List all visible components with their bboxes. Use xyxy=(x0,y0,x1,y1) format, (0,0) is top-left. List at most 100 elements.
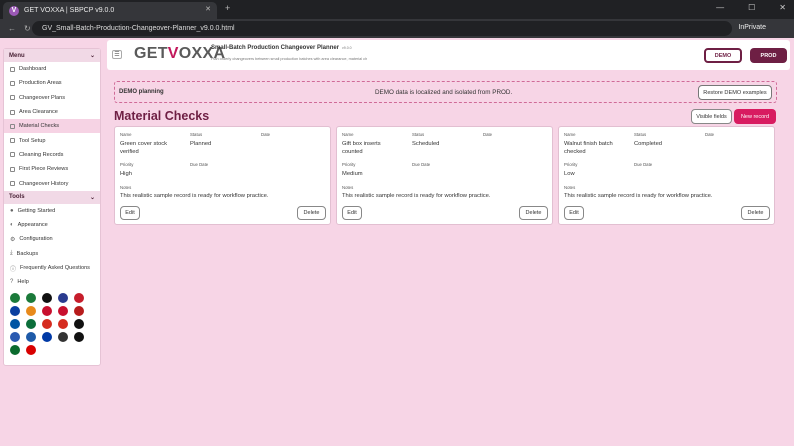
sidebar-item-cleaning-records[interactable]: Cleaning Records xyxy=(4,148,100,162)
record-name: Walnut finish batch checked xyxy=(564,141,613,155)
page-icon xyxy=(10,123,15,129)
language-flag-icon[interactable] xyxy=(58,332,68,343)
tab-close-icon[interactable]: ✕ xyxy=(205,5,211,13)
sidebar-item-configuration[interactable]: ⚙ Configuration xyxy=(4,232,100,246)
new-tab-icon[interactable]: + xyxy=(225,3,230,13)
edit-button[interactable]: Edit xyxy=(564,206,584,220)
language-flag-icon[interactable] xyxy=(58,306,68,317)
visible-fields-button[interactable]: Visible fields xyxy=(691,109,732,124)
language-flag-icon[interactable] xyxy=(42,319,52,330)
language-flag-icon[interactable] xyxy=(10,306,20,317)
close-window-icon[interactable]: ✕ xyxy=(779,3,786,12)
sidebar-item-label: Help xyxy=(17,279,29,286)
record-notes: This realistic sample record is ready fo… xyxy=(120,193,269,199)
sidebar-item-label: First Piece Reviews xyxy=(19,166,69,173)
tools-label: Tools xyxy=(9,194,25,201)
due-date-label: Due Date xyxy=(190,162,209,167)
language-flag-icon[interactable] xyxy=(10,293,20,304)
app-version: v9.0.0 xyxy=(342,46,352,50)
menu-section-header[interactable]: Menu ⌄ xyxy=(4,49,100,62)
record-notes: This realistic sample record is ready fo… xyxy=(564,193,713,199)
sidebar-item-production-areas[interactable]: Production Areas xyxy=(4,76,100,90)
language-flag-icon[interactable] xyxy=(58,293,68,304)
language-flag-icon[interactable] xyxy=(26,293,36,304)
language-flag-icon[interactable] xyxy=(10,319,20,330)
language-flag-icon[interactable] xyxy=(58,319,68,330)
sidebar-item-changeover-history[interactable]: Changeover History xyxy=(4,176,100,190)
sidebar-item-label: Appearance xyxy=(17,222,48,229)
minimize-icon[interactable]: — xyxy=(716,3,724,12)
maximize-icon[interactable]: ☐ xyxy=(748,3,755,12)
tab-title: GET VOXXA | SBPCP v9.0.0 xyxy=(24,7,115,14)
browser-tab-bar: V GET VOXXA | SBPCP v9.0.0 ✕ + — ☐ ✕ xyxy=(0,0,794,19)
language-flag-icon[interactable] xyxy=(74,319,84,330)
page-icon xyxy=(10,109,15,115)
inprivate-badge[interactable]: InPrivate xyxy=(738,24,766,31)
url-field[interactable]: GV_Small-Batch-Production-Changeover-Pla… xyxy=(32,21,732,36)
sidebar-item-changeover-plans[interactable]: Changeover Plans xyxy=(4,91,100,105)
language-flag-icon[interactable] xyxy=(74,306,84,317)
edit-button[interactable]: Edit xyxy=(120,206,140,220)
back-icon[interactable]: ← xyxy=(8,24,16,33)
demo-button[interactable]: DEMO xyxy=(704,48,742,63)
sidebar-item-first-piece-reviews[interactable]: First Piece Reviews xyxy=(4,162,100,176)
tool-icon: ⓘ xyxy=(10,266,17,273)
record-status: Planned xyxy=(190,141,212,147)
sidebar-item-label: Backups xyxy=(16,250,39,257)
priority-label: Priority xyxy=(120,162,134,167)
sidebar-item-label: Configuration xyxy=(19,236,53,243)
record-status: Completed xyxy=(634,141,663,147)
notice-text: DEMO data is localized and isolated from… xyxy=(375,89,513,96)
new-record-button[interactable]: New record xyxy=(734,109,776,124)
language-flag-icon[interactable] xyxy=(26,319,36,330)
restore-demo-button[interactable]: Restore DEMO examples xyxy=(698,85,772,100)
tools-section-header[interactable]: Tools ⌄ xyxy=(4,190,100,204)
language-flag-icon[interactable] xyxy=(42,332,52,343)
window-controls: — ☐ ✕ xyxy=(716,3,786,12)
name-label: Name xyxy=(564,132,576,137)
sidebar-item-label: Production Areas xyxy=(19,80,62,87)
language-flags xyxy=(4,289,100,359)
tab-favicon-icon: V xyxy=(9,5,19,16)
sidebar-item-label: Changeover History xyxy=(19,180,69,187)
language-flag-icon[interactable] xyxy=(26,332,36,343)
record-priority: Medium xyxy=(342,171,363,177)
date-label: Date xyxy=(705,132,715,137)
refresh-icon[interactable]: ↻ xyxy=(24,24,31,33)
app-title: Small-Batch Production Changeover Planne… xyxy=(211,45,352,51)
sidebar-item-frequently-asked-questions[interactable]: ⓘ Frequently Asked Questions xyxy=(4,261,100,275)
delete-button[interactable]: Delete xyxy=(741,206,770,220)
sidebar-item-backups[interactable]: ⤓ Backups xyxy=(4,247,100,261)
sidebar-item-appearance[interactable]: ◐ Appearance xyxy=(4,218,100,232)
delete-button[interactable]: Delete xyxy=(297,206,326,220)
priority-label: Priority xyxy=(564,162,578,167)
prod-button[interactable]: PROD xyxy=(750,48,787,63)
sidebar-item-tool-setup[interactable]: Tool Setup xyxy=(4,133,100,147)
sidebar-item-help[interactable]: ? Help xyxy=(4,275,100,289)
edit-button[interactable]: Edit xyxy=(342,206,362,220)
page-title: Material Checks xyxy=(114,109,210,123)
language-flag-icon[interactable] xyxy=(74,332,84,343)
browser-tab[interactable]: V GET VOXXA | SBPCP v9.0.0 ✕ xyxy=(3,2,217,19)
sidebar-item-dashboard[interactable]: Dashboard xyxy=(4,62,100,76)
sidebar-item-material-checks[interactable]: Material Checks xyxy=(4,119,100,134)
app-header: ☰ GETVOXXA Small-Batch Production Change… xyxy=(107,40,790,70)
delete-button[interactable]: Delete xyxy=(519,206,548,220)
sidebar-toggle-button[interactable]: ☰ xyxy=(112,50,122,59)
sidebar-item-label: Getting Started xyxy=(17,207,56,214)
record-status: Scheduled xyxy=(412,141,440,147)
language-flag-icon[interactable] xyxy=(42,306,52,317)
sidebar-item-area-clearance[interactable]: Area Clearance xyxy=(4,105,100,119)
language-flag-icon[interactable] xyxy=(42,293,52,304)
chevron-down-icon: ⌄ xyxy=(89,53,95,59)
tool-icon: ● xyxy=(10,207,14,214)
language-flag-icon[interactable] xyxy=(26,345,36,356)
record-priority: Low xyxy=(564,171,575,177)
language-flag-icon[interactable] xyxy=(10,332,20,343)
language-flag-icon[interactable] xyxy=(74,293,84,304)
language-flag-icon[interactable] xyxy=(10,345,20,356)
language-flag-icon[interactable] xyxy=(26,306,36,317)
sidebar-item-getting-started[interactable]: ● Getting Started xyxy=(4,204,100,218)
record-card: Name Status Date Walnut finish batch checke… xyxy=(558,126,775,225)
notes-label: Notes xyxy=(564,185,576,190)
